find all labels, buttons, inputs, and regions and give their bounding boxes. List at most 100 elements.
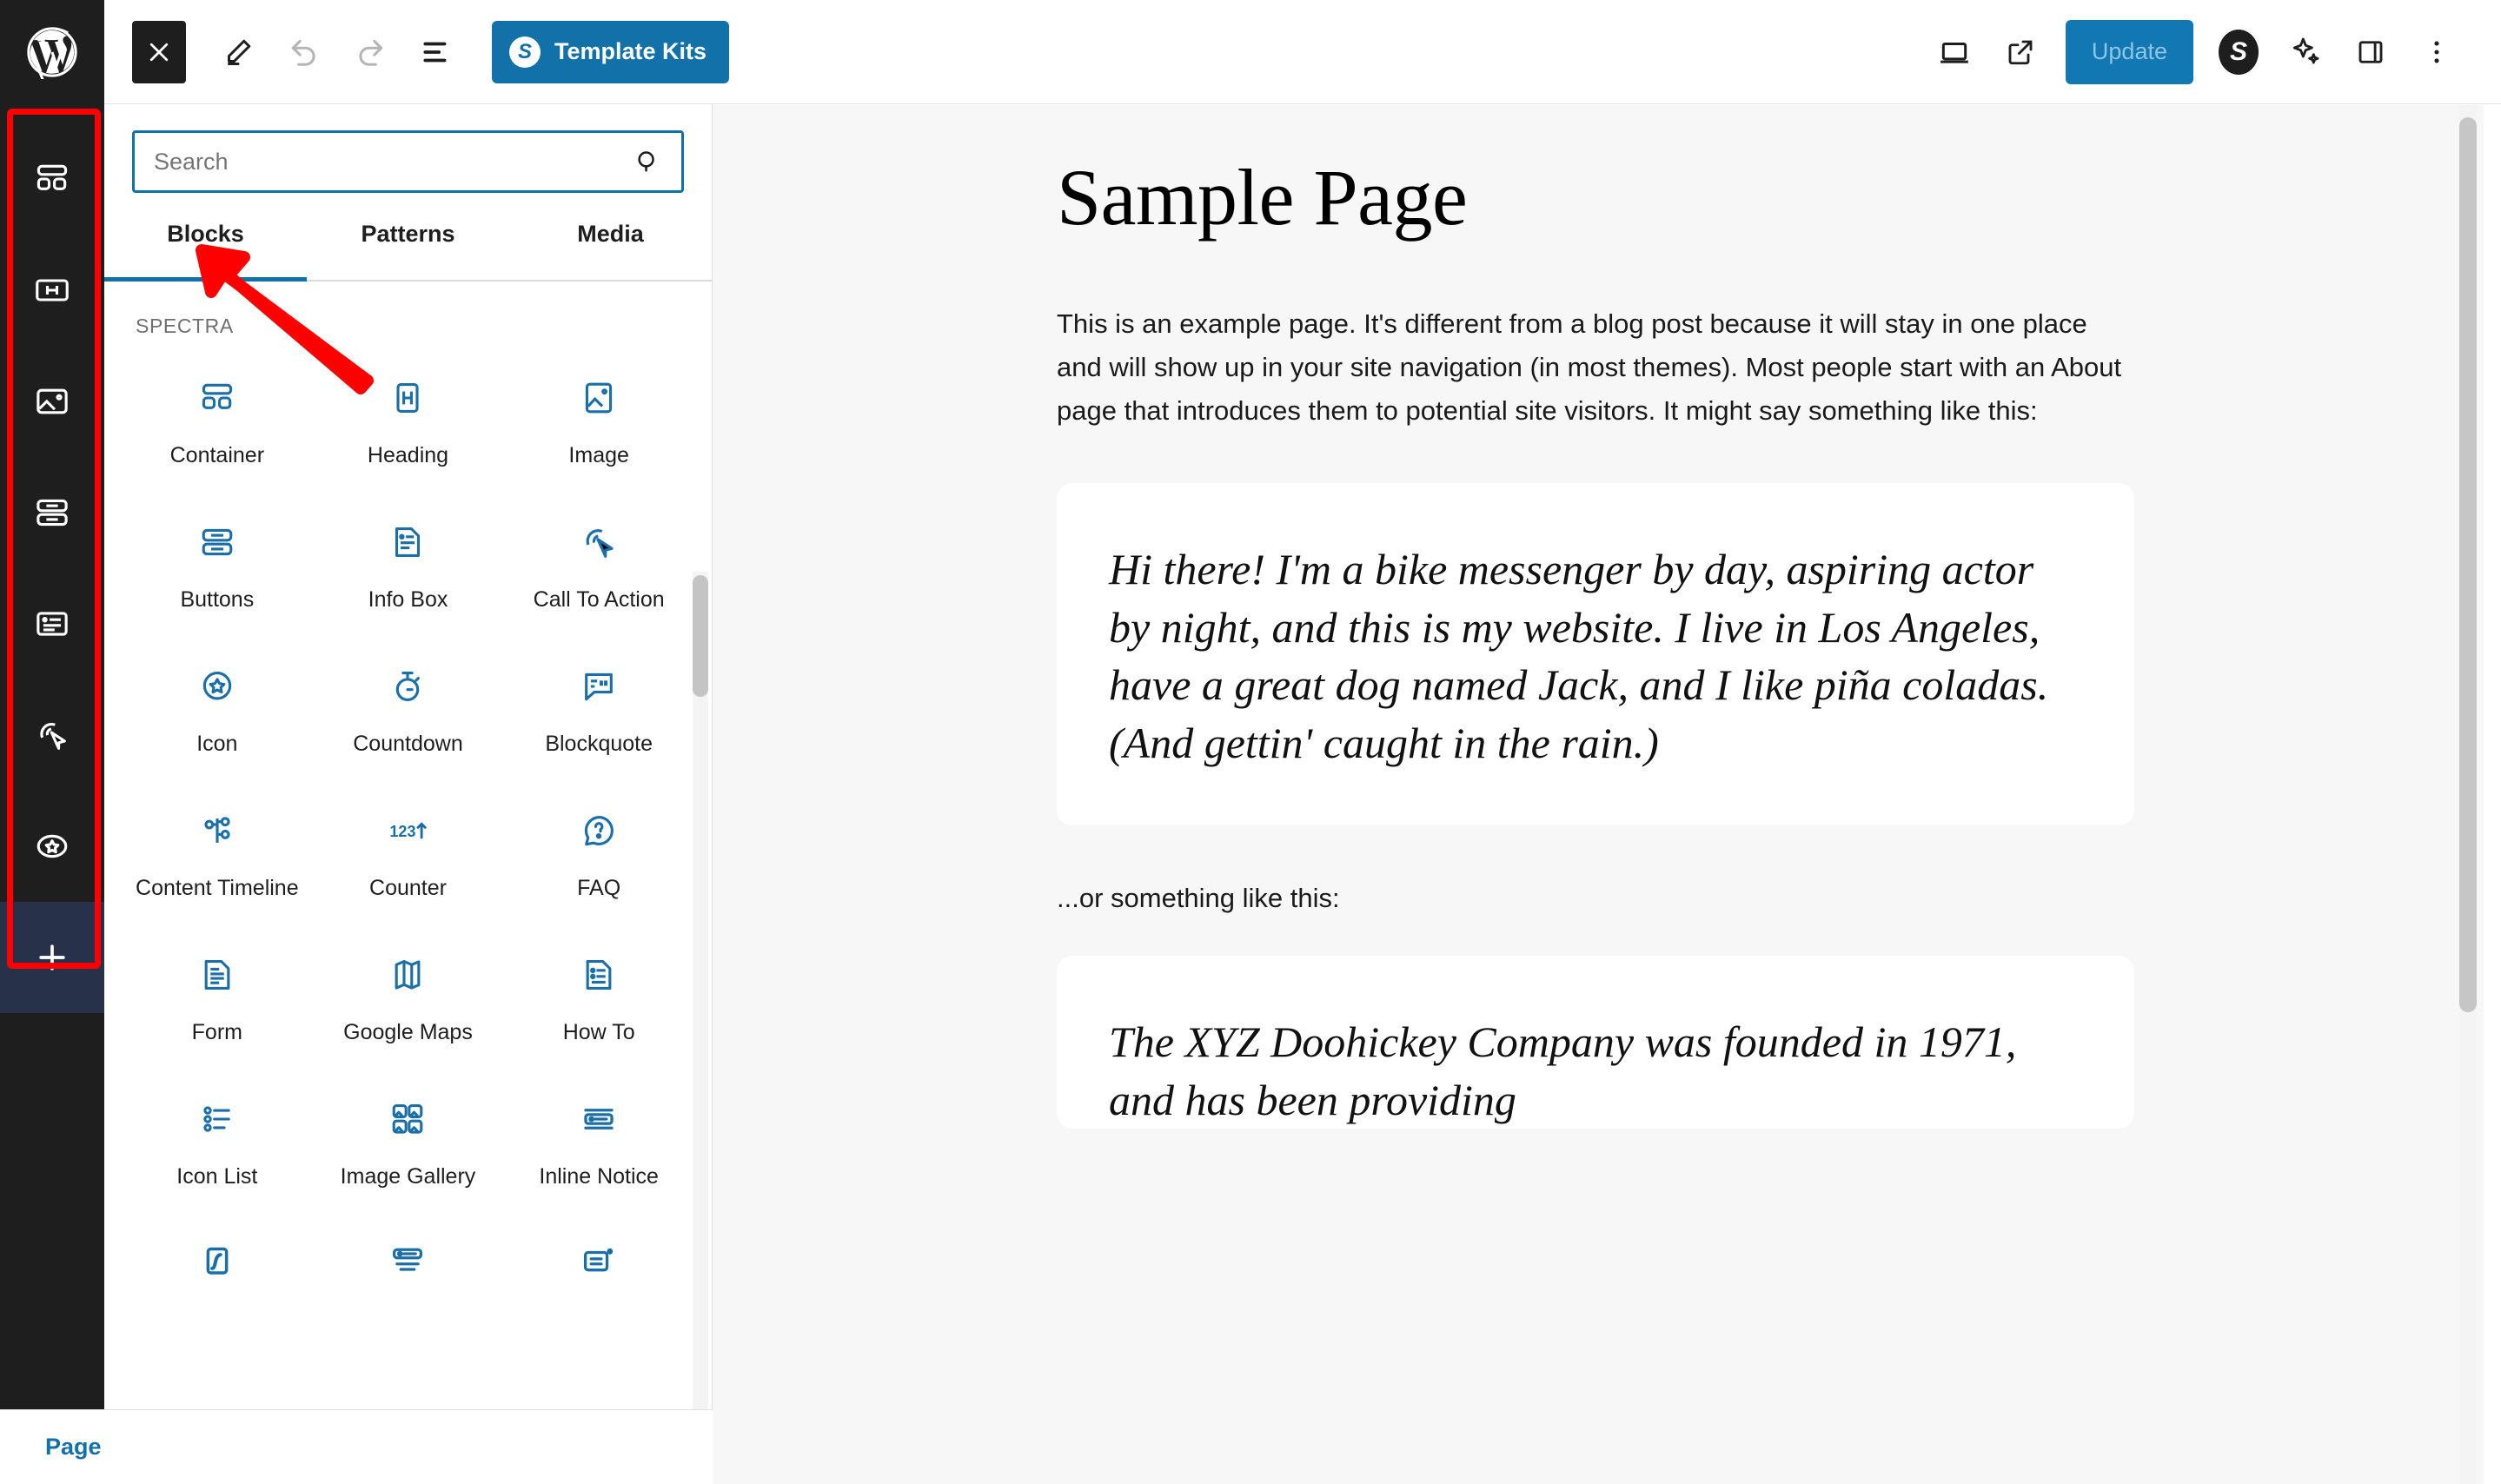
gallery-grid-icon <box>388 1094 427 1144</box>
document-content: Sample Page This is an example page. It'… <box>1057 156 2134 1129</box>
settings-sidebar-button[interactable] <box>2338 19 2404 85</box>
canvas-inner: Sample Page This is an example page. It'… <box>713 105 2484 1129</box>
block-counter[interactable]: 123 Counter <box>313 786 504 931</box>
canvas-scrollbar-thumb[interactable] <box>2459 117 2477 1012</box>
block-countdown[interactable]: Countdown <box>313 642 504 786</box>
view-device-button[interactable] <box>1921 19 1987 85</box>
icon-list-icon <box>198 1094 236 1144</box>
search-box[interactable] <box>132 130 684 193</box>
block-buttons[interactable]: Buttons <box>122 498 313 642</box>
rail-item-icon[interactable] <box>0 791 104 902</box>
block-content-timeline[interactable]: Content Timeline <box>122 786 313 931</box>
rail-item-image[interactable] <box>0 346 104 457</box>
quote-bubble-icon <box>580 661 618 712</box>
block-grid: Container Heading <box>104 354 712 1363</box>
heading-icon <box>388 373 427 423</box>
category-label: SPECTRA <box>104 292 712 354</box>
blocks-scroll-region[interactable]: SPECTRA Container <box>104 282 712 1484</box>
search-area <box>104 104 712 193</box>
block-image[interactable]: Image <box>503 354 694 498</box>
search-icon[interactable] <box>633 147 681 176</box>
rail-item-add-block[interactable] <box>0 902 104 1013</box>
block-icon-list[interactable]: Icon List <box>122 1075 313 1219</box>
tab-blocks[interactable]: Blocks <box>104 217 307 280</box>
star-badge-icon <box>198 661 236 712</box>
close-button[interactable] <box>132 21 186 83</box>
inserter-scrollbar-track[interactable] <box>693 572 708 1484</box>
call-to-action-icon <box>580 517 618 567</box>
block-row-partial-1[interactable] <box>122 1219 313 1363</box>
block-label: Blockquote <box>545 731 653 758</box>
block-label: How To <box>563 1019 635 1046</box>
rail-item-call-to-action[interactable] <box>0 679 104 791</box>
block-container[interactable]: Container <box>122 354 313 498</box>
document-type-label[interactable]: Page <box>45 1434 102 1461</box>
rail-item-info-box[interactable] <box>0 568 104 679</box>
template-kits-label: Template Kits <box>554 38 707 65</box>
block-info-box[interactable]: Info Box <box>313 498 504 642</box>
inserter-scrollbar-thumb[interactable] <box>693 575 708 697</box>
timeline-icon <box>198 805 236 856</box>
block-label: Info Box <box>368 586 448 613</box>
block-label: Inline Notice <box>539 1163 659 1190</box>
spectra-button[interactable]: S <box>2206 19 2272 85</box>
document-overview-button[interactable] <box>403 19 469 85</box>
counter-123-icon: 123 <box>387 805 428 856</box>
block-label: Buttons <box>180 586 254 613</box>
block-label: Image <box>568 442 628 469</box>
rail-item-container[interactable] <box>0 123 104 235</box>
block-label: Counter <box>369 875 447 902</box>
tab-patterns[interactable]: Patterns <box>307 217 509 280</box>
redo-button[interactable] <box>337 19 403 85</box>
wordpress-logo[interactable] <box>0 0 104 104</box>
intro-paragraph[interactable]: This is an example page. It's different … <box>1057 302 2134 434</box>
or-paragraph[interactable]: ...or something like this: <box>1057 883 2134 914</box>
block-label: Icon List <box>176 1163 257 1190</box>
rail-item-buttons[interactable] <box>0 457 104 568</box>
block-heading[interactable]: Heading <box>313 354 504 498</box>
quote-text: The XYZ Doohickey Company was founded in… <box>1109 1013 2082 1129</box>
options-menu-button[interactable] <box>2404 19 2470 85</box>
block-inline-notice[interactable]: Inline Notice <box>503 1075 694 1219</box>
spectra-logo-icon: S <box>2219 30 2259 75</box>
block-faq[interactable]: FAQ <box>503 786 694 931</box>
block-label: Countdown <box>353 731 462 758</box>
block-icon[interactable]: Icon <box>122 642 313 786</box>
block-row-partial-3[interactable] <box>503 1219 694 1363</box>
block-google-maps[interactable]: Google Maps <box>313 931 504 1075</box>
preview-external-button[interactable] <box>1987 19 2053 85</box>
update-button[interactable]: Update <box>2066 20 2193 84</box>
info-box-icon <box>388 517 427 567</box>
image-icon <box>580 373 618 423</box>
quote-text: Hi there! I'm a bike messenger by day, a… <box>1109 540 2082 772</box>
inline-notice-icon <box>580 1094 618 1144</box>
toolbar-right-group: Update S <box>1921 19 2501 85</box>
block-row-partial-2[interactable] <box>313 1219 504 1363</box>
curve-icon <box>198 1238 236 1289</box>
container-icon <box>198 373 236 423</box>
lottie-icon <box>388 1238 427 1289</box>
block-label: Heading <box>368 442 448 469</box>
block-image-gallery[interactable]: Image Gallery <box>313 1075 504 1219</box>
block-label: Container <box>170 442 264 469</box>
block-how-to[interactable]: How To <box>503 931 694 1075</box>
quote-block-one[interactable]: Hi there! I'm a bike messenger by day, a… <box>1057 483 2134 825</box>
template-kits-button[interactable]: S Template Kits <box>492 21 729 83</box>
ai-assistant-button[interactable] <box>2272 19 2338 85</box>
edit-pencil-button[interactable] <box>205 19 271 85</box>
stopwatch-icon <box>388 661 427 712</box>
tab-media[interactable]: Media <box>509 217 712 280</box>
block-form[interactable]: Form <box>122 931 313 1075</box>
page-title[interactable]: Sample Page <box>1057 156 2134 240</box>
quote-block-two[interactable]: The XYZ Doohickey Company was founded in… <box>1057 956 2134 1129</box>
marketing-button-icon <box>580 1238 618 1289</box>
undo-button[interactable] <box>271 19 337 85</box>
block-label: Call To Action <box>534 586 665 613</box>
block-call-to-action[interactable]: Call To Action <box>503 498 694 642</box>
search-input[interactable] <box>135 133 633 190</box>
block-label: Google Maps <box>343 1019 473 1046</box>
editor-canvas[interactable]: Sample Page This is an example page. It'… <box>713 105 2484 1484</box>
block-blockquote[interactable]: Blockquote <box>503 642 694 786</box>
rail-item-heading[interactable] <box>0 235 104 346</box>
block-label: FAQ <box>577 875 620 902</box>
